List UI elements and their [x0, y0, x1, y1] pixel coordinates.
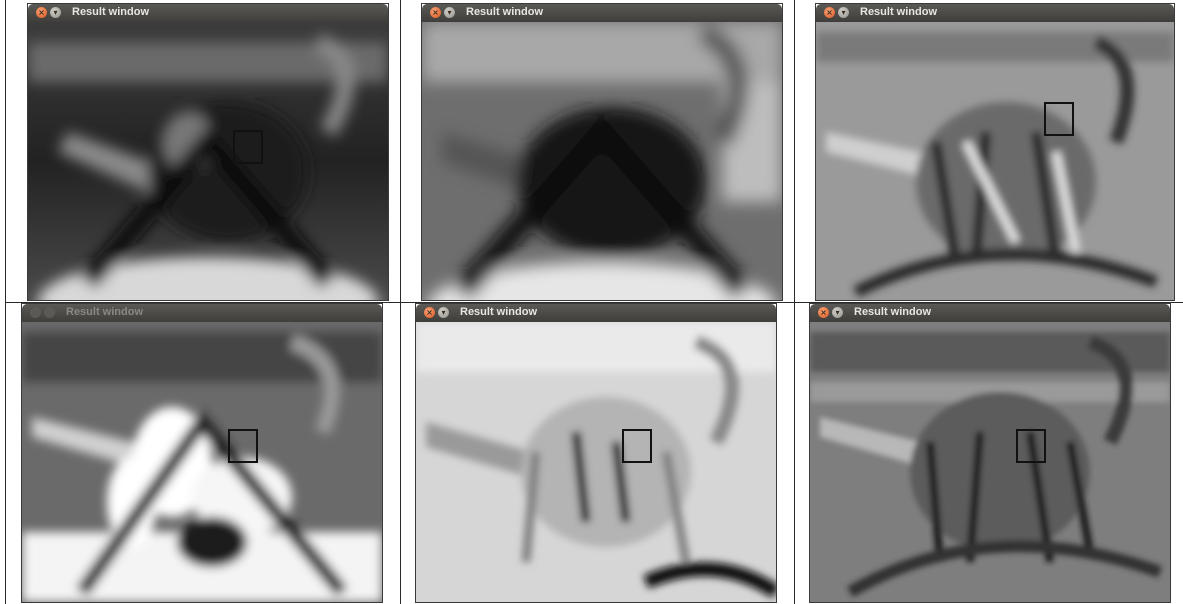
roi-box [228, 429, 258, 463]
result-window-2[interactable]: × ▾ Result window [422, 4, 782, 300]
close-icon[interactable]: × [36, 7, 47, 18]
close-icon[interactable]: × [824, 7, 835, 18]
window-title: Result window [466, 6, 543, 18]
result-image [422, 22, 782, 300]
window-title: Result window [854, 306, 931, 318]
roi-box [233, 130, 263, 164]
window-title: Result window [460, 306, 537, 318]
titlebar[interactable]: × ▾ Result window [28, 4, 388, 22]
titlebar[interactable]: × ▾ Result window [416, 304, 776, 322]
titlebar[interactable]: × ▾ Result window [422, 4, 782, 22]
result-image [28, 22, 388, 300]
roi-box [622, 429, 652, 463]
result-window-3[interactable]: × ▾ Result window [816, 4, 1174, 300]
titlebar[interactable]: × ▾ Result window [22, 304, 382, 322]
titlebar[interactable]: × ▾ Result window [810, 304, 1170, 322]
close-icon[interactable]: × [818, 307, 829, 318]
minimize-icon[interactable]: ▾ [832, 307, 843, 318]
result-image [416, 322, 776, 602]
window-title: Result window [72, 6, 149, 18]
minimize-icon[interactable]: ▾ [444, 7, 455, 18]
result-image [816, 22, 1174, 300]
roi-box [1044, 102, 1074, 136]
window-title: Result window [66, 306, 143, 318]
window-title: Result window [860, 6, 937, 18]
result-window-5[interactable]: × ▾ Result window [416, 304, 776, 602]
result-window-6[interactable]: × ▾ Result window [810, 304, 1170, 602]
result-window-4[interactable]: × ▾ Result window [22, 304, 382, 602]
minimize-icon[interactable]: ▾ [438, 307, 449, 318]
result-image [22, 322, 382, 602]
close-icon[interactable]: × [30, 307, 41, 318]
comparison-grid: × ▾ Result window × ▾ Result window × ▾ … [0, 0, 1183, 604]
close-icon[interactable]: × [424, 307, 435, 318]
minimize-icon[interactable]: ▾ [50, 7, 61, 18]
minimize-icon[interactable]: ▾ [838, 7, 849, 18]
result-window-1[interactable]: × ▾ Result window [28, 4, 388, 300]
close-icon[interactable]: × [430, 7, 441, 18]
result-image [810, 322, 1170, 602]
minimize-icon[interactable]: ▾ [44, 307, 55, 318]
roi-box [1016, 429, 1046, 463]
grid-divider-row [5, 302, 1183, 303]
titlebar[interactable]: × ▾ Result window [816, 4, 1174, 22]
